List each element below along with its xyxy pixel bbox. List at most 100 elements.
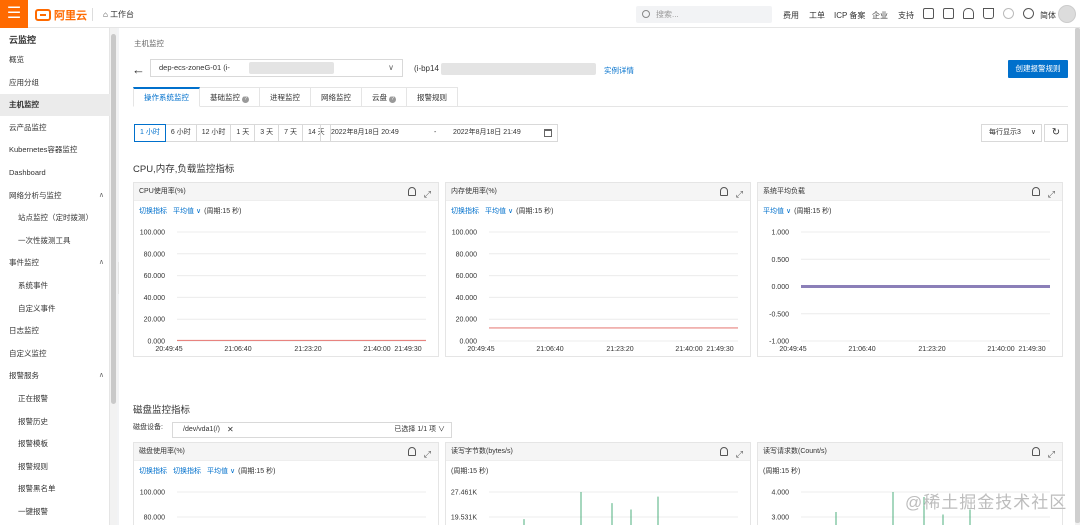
create-alarm-rule-button[interactable]: 创建报警规则 [1008,60,1068,78]
sidebar-item[interactable]: 一键报警 [0,501,110,523]
alarm-bell-icon[interactable] [720,447,728,456]
tab[interactable]: 报警规则 [407,87,458,107]
sidebar-item[interactable]: 报警黑名单 [0,478,110,500]
chart-title: 系统平均负载 [763,188,805,195]
sidebar-item[interactable]: 网络分析与监控 ∧ [0,185,110,207]
sidebar-title: 云监控 [9,35,37,45]
nav-support[interactable]: 支持 [898,10,914,21]
time-range-option[interactable]: 12 小时 [196,124,232,142]
sidebar-item[interactable]: 应用分组 [0,72,110,94]
sidebar-item[interactable]: 正在报警 [0,388,110,410]
sidebar-item-label: 一次性拨测工具 [18,235,71,245]
chart-card: 内存使用率(%) ⤢ 切换指标 平均值 ∨ (周期:15 秒) 100.000 80.000 6… [445,182,751,357]
sidebar-item[interactable]: 概览 [0,49,110,71]
sidebar-scroll-thumb[interactable] [111,34,116,404]
alarm-bell-icon[interactable] [408,187,416,196]
disk-device-select[interactable]: /dev/vda1(/) ✕ 已选择 1/1 项 ∨ [172,422,452,438]
main-content: 主机监控 ← dep-ecs-zoneG-01 (i- ∨ (i-bp14 实例… [119,28,1080,525]
nav-enterprise[interactable]: 企业 [872,10,888,21]
sidebar-item[interactable]: 云产品监控 [0,117,110,139]
chart-svg: 27.461K 19.531K [451,490,738,525]
alarm-bell-icon[interactable] [408,447,416,456]
terminal-icon[interactable] [923,8,934,19]
search-input[interactable]: 搜索... [636,6,772,23]
workbench-link[interactable]: ⌂ 工作台 [103,9,134,20]
nav-billing[interactable]: 费用 [783,10,799,21]
sidebar-item[interactable]: 自定义事件 [0,298,110,320]
chart-title: CPU使用率(%) [139,188,186,195]
message-icon[interactable] [943,8,954,19]
instance-select[interactable]: dep-ecs-zoneG-01 (i- ∨ [150,59,403,77]
y-tick-label: 19.531K [451,515,477,522]
page-scroll-thumb[interactable] [1075,28,1080,523]
chevron-up-icon: ∧ [98,259,104,267]
watermark: @稀土掘金技术社区 [905,493,1068,512]
date-start: 2022年8月18日 20:49 [331,129,399,136]
chart-card-header: 系统平均负载 ⤢ [758,183,1062,201]
globe-icon[interactable] [1023,8,1034,19]
y-tick-label: 100.000 [140,490,165,497]
sidebar-item[interactable]: Kubernetes容器监控 [0,139,110,161]
date-range-picker[interactable]: 2022年8月18日 20:49 - 2022年8月18日 21:49 [320,124,558,142]
bulb-icon[interactable] [1003,8,1014,19]
close-icon[interactable]: ✕ [227,423,234,437]
sidebar-item[interactable]: 报警规则 [0,456,110,478]
sidebar-item-label: 站点监控（定时拨测） [18,213,93,223]
instance-detail-link[interactable]: 实例详情 [604,65,634,76]
aliyun-logo[interactable]: 阿里云 [35,7,87,23]
time-range-selector: 1 小时 6 小时 12 小时 1 天3 天7 天 14 天 [134,124,331,142]
tab[interactable]: 操作系统监控 [133,87,200,107]
alarm-bell-icon[interactable] [1032,447,1040,456]
help-icon[interactable]: ? [389,96,396,103]
sidebar-item[interactable]: 主机监控 [0,94,110,117]
bell-icon[interactable] [963,8,974,19]
expand-icon[interactable]: ⤢ [736,445,743,463]
tab[interactable]: 基础监控? [200,87,260,107]
expand-icon[interactable]: ⤢ [1048,185,1055,203]
time-range-option[interactable]: 6 小时 [165,124,197,142]
time-range-option[interactable]: 1 天 [231,124,256,142]
refresh-icon[interactable]: ↻ [1044,124,1068,142]
tab-label: 基础监控 [210,93,240,102]
sidebar-item[interactable]: 系统事件 [0,275,110,297]
alarm-bell-icon[interactable] [1032,187,1040,196]
sidebar-item[interactable]: 自定义监控 [0,343,110,365]
time-range-option[interactable]: 1 小时 [134,124,166,142]
alarm-bell-icon[interactable] [720,187,728,196]
disk-count-text: 已选择 1/1 项 [394,426,437,433]
sidebar-item[interactable]: 报警服务 ∧ [0,365,110,387]
tab[interactable]: 云盘? [362,87,407,107]
expand-icon[interactable]: ⤢ [424,445,431,463]
sidebar-item-label: 云产品监控 [9,122,47,132]
back-arrow-icon[interactable]: ← [132,62,145,77]
sidebar-item-label: 事件监控 [9,258,39,268]
app-root: ☰ 阿里云 ⌂ 工作台 搜索... 费用 工单 ICP 备案 企业 支持 简体 … [0,0,1080,525]
expand-icon[interactable]: ⤢ [1048,445,1055,463]
sidebar-item[interactable]: Dashboard [0,162,110,184]
menu-icon[interactable]: ☰ [0,0,28,28]
sidebar-item-label: 网络分析与监控 [9,190,62,200]
help-icon[interactable]: ? [242,96,249,103]
page-scrollbar[interactable] [1075,28,1080,525]
tab[interactable]: 进程监控 [260,87,311,107]
sidebar-item[interactable]: 报警模板 [0,433,110,455]
sidebar-scrollbar[interactable] [110,28,117,525]
sidebar-item[interactable]: 一次性拨测工具 [0,230,110,252]
sidebar-item[interactable]: 报警历史 [0,411,110,433]
language-switch[interactable]: 简体 [1040,10,1056,21]
nav-icp[interactable]: ICP 备案 [834,10,865,21]
top-bar: ☰ 阿里云 ⌂ 工作台 搜索... 费用 工单 ICP 备案 企业 支持 简体 [0,0,1080,28]
nav-ticket[interactable]: 工单 [809,10,825,21]
per-row-select[interactable]: 每行显示3 ∨ [981,124,1042,142]
calendar-icon[interactable] [544,129,552,137]
sidebar-item[interactable]: 站点监控（定时拨测） [0,207,110,229]
time-range-option[interactable]: 7 天 [279,124,303,142]
cart-icon[interactable] [983,8,994,19]
expand-icon[interactable]: ⤢ [736,185,743,203]
avatar[interactable] [1058,5,1076,23]
expand-icon[interactable]: ⤢ [424,185,431,203]
sidebar-item[interactable]: 事件监控 ∧ [0,252,110,274]
time-range-option[interactable]: 3 天 [255,124,280,142]
tab[interactable]: 网络监控 [311,87,362,107]
sidebar-item[interactable]: 日志监控 [0,320,110,342]
